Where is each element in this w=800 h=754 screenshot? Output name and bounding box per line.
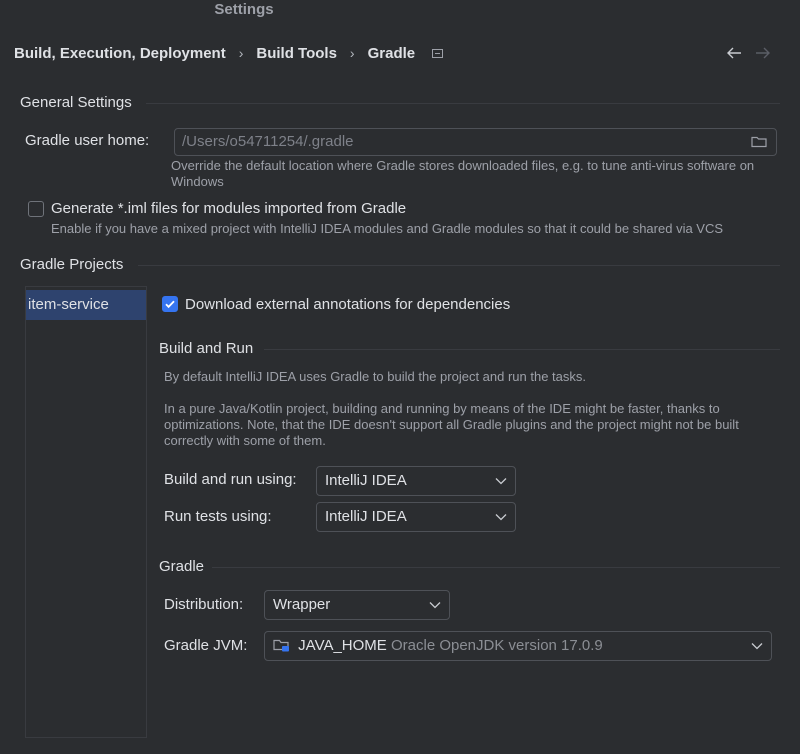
gradle-projects-title: Gradle Projects xyxy=(20,256,124,273)
gradle-user-home-value: /Users/o54711254/.gradle xyxy=(182,133,354,150)
generate-iml-checkbox[interactable] xyxy=(28,201,44,217)
build-run-using-select[interactable]: IntelliJ IDEA xyxy=(316,466,516,496)
checkmark-icon xyxy=(165,300,175,309)
gradle-jvm-detail: Oracle OpenJDK version 17.0.9 xyxy=(390,637,603,654)
chevron-down-icon xyxy=(751,643,763,650)
build-run-desc2-line2: optimizations. Note, that the IDE doesn'… xyxy=(164,417,739,432)
run-tests-using-value: IntelliJ IDEA xyxy=(325,508,407,525)
run-tests-using-label: Run tests using: xyxy=(164,508,272,525)
gradle-jvm-select[interactable]: JAVA_HOME Oracle OpenJDK version 17.0.9 xyxy=(264,631,772,661)
gradle-section-title: Gradle xyxy=(159,558,205,575)
chevron-down-icon xyxy=(429,602,441,609)
gradle-jvm-label: Gradle JVM: xyxy=(164,637,248,654)
gradle-user-home-label: Gradle user home: xyxy=(25,132,150,149)
general-settings-title: General Settings xyxy=(20,94,132,111)
gradle-user-home-field[interactable]: /Users/o54711254/.gradle xyxy=(174,128,777,156)
list-item[interactable]: item-service xyxy=(26,290,146,320)
breadcrumb-separator: › xyxy=(238,45,244,61)
breadcrumb-item-build-tools[interactable]: Build Tools xyxy=(256,45,337,62)
section-divider xyxy=(138,265,780,266)
section-divider xyxy=(212,567,780,568)
gradle-jvm-value: JAVA_HOME xyxy=(298,637,391,654)
build-and-run-title: Build and Run xyxy=(159,340,254,357)
generate-iml-label[interactable]: Generate *.iml files for modules importe… xyxy=(51,199,406,219)
distribution-select[interactable]: Wrapper xyxy=(264,590,450,620)
window-title: Settings xyxy=(214,1,274,18)
gradle-user-home-hint-line1: Override the default location where Grad… xyxy=(171,158,755,173)
section-divider xyxy=(146,103,780,104)
distribution-label: Distribution: xyxy=(164,596,244,613)
run-tests-using-select[interactable]: IntelliJ IDEA xyxy=(316,502,516,532)
build-run-desc1: By default IntelliJ IDEA uses Gradle to … xyxy=(164,369,587,384)
breadcrumb-item-build-execution[interactable]: Build, Execution, Deployment xyxy=(14,45,226,62)
project-list[interactable]: item-service xyxy=(25,286,147,738)
folder-icon[interactable] xyxy=(751,135,767,148)
breadcrumb-item-gradle: Gradle xyxy=(367,44,416,62)
distribution-value: Wrapper xyxy=(273,596,331,613)
breadcrumb-separator: › xyxy=(349,45,355,61)
chevron-down-icon xyxy=(495,478,507,485)
breadcrumb: Build, Execution, Deployment › Build Too… xyxy=(14,43,444,63)
gradle-user-home-hint-line2: Windows xyxy=(171,174,224,189)
download-annotations-checkbox[interactable] xyxy=(162,296,178,312)
project-level-icon xyxy=(432,48,444,58)
chevron-down-icon xyxy=(495,514,507,521)
build-run-desc2-line1: In a pure Java/Kotlin project, building … xyxy=(164,401,720,416)
build-run-using-label: Build and run using: xyxy=(164,471,297,488)
jdk-folder-icon xyxy=(273,639,289,652)
build-run-using-value: IntelliJ IDEA xyxy=(325,472,407,489)
download-annotations-label[interactable]: Download external annotations for depend… xyxy=(185,295,510,315)
arrow-left-icon[interactable] xyxy=(724,43,744,65)
section-divider xyxy=(264,349,780,350)
generate-iml-hint: Enable if you have a mixed project with … xyxy=(51,221,724,236)
build-run-desc2-line3: correctly with some of them. xyxy=(164,433,326,448)
arrow-right-icon xyxy=(753,43,773,65)
